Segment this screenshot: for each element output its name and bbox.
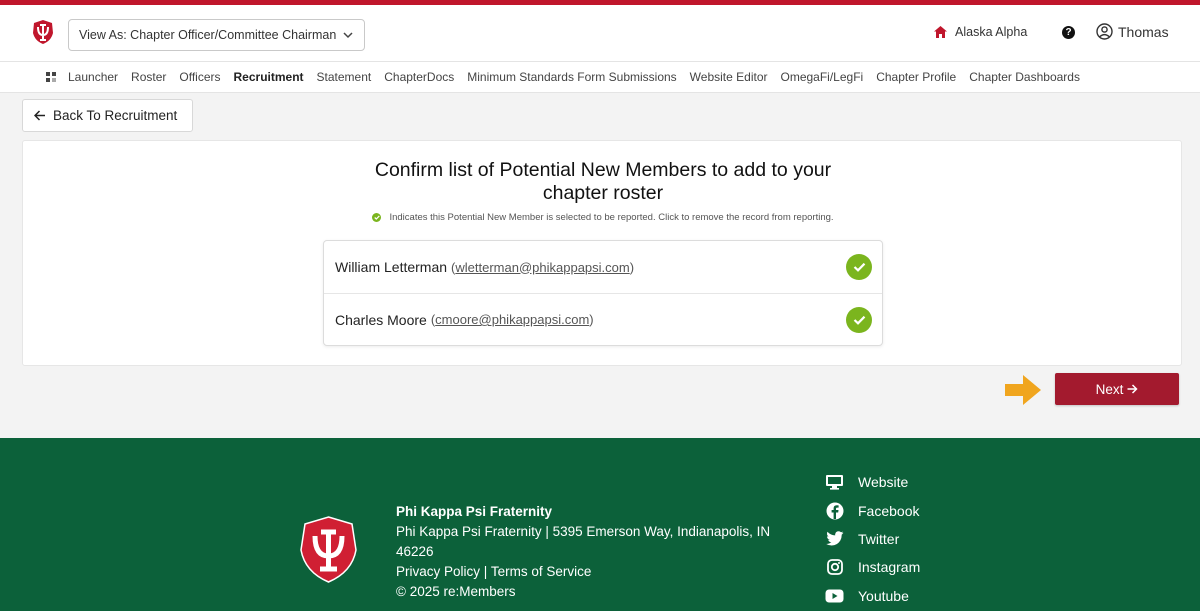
next-button-label: Next	[1095, 381, 1124, 397]
nav-omegafi[interactable]: OmegaFi/LegFi	[780, 70, 863, 84]
social-twitter-label: Twitter	[858, 530, 900, 547]
footer: Phi Kappa Psi Fraternity Phi Kappa Psi F…	[0, 438, 1200, 611]
selected-check-icon[interactable]	[846, 307, 872, 333]
launcher-grid-icon[interactable]	[46, 72, 56, 82]
privacy-policy-link[interactable]: Privacy Policy	[396, 564, 480, 579]
youtube-icon	[825, 586, 844, 605]
twitter-icon	[825, 529, 844, 548]
member-email-link[interactable]: wletterman@phikappapsi.com	[455, 260, 629, 275]
nav-statement[interactable]: Statement	[317, 70, 372, 84]
view-as-select[interactable]: View As: Chapter Officer/Committee Chair…	[68, 19, 365, 51]
page-title: Confirm list of Potential New Members to…	[23, 159, 1183, 205]
member-email-link[interactable]: cmoore@phikappapsi.com	[435, 312, 589, 327]
arrow-right-icon	[1127, 384, 1138, 394]
nav-chapter-profile[interactable]: Chapter Profile	[876, 70, 956, 84]
home-icon	[934, 26, 947, 38]
selection-hint: Indicates this Potential New Member is s…	[23, 212, 1183, 223]
social-youtube-link[interactable]: Youtube	[825, 582, 920, 610]
member-name: Charles Moore	[335, 311, 427, 328]
member-name: William Letterman	[335, 259, 448, 275]
footer-link-separator: |	[483, 564, 488, 579]
title-line-1: Confirm list of Potential New Members to…	[374, 159, 832, 181]
arrow-left-icon	[34, 110, 45, 121]
footer-org-name: Phi Kappa Psi Fraternity	[396, 504, 553, 519]
nav-website-editor[interactable]: Website Editor	[690, 70, 768, 84]
nav-chapterdocs[interactable]: ChapterDocs	[384, 70, 454, 84]
chevron-down-icon	[343, 32, 353, 39]
social-instagram-label: Instagram	[858, 559, 921, 576]
main-nav: Launcher Roster Officers Recruitment Sta…	[0, 61, 1200, 93]
monitor-icon	[825, 473, 844, 492]
terms-of-service-link[interactable]: Terms of Service	[491, 564, 592, 579]
nav-chapter-dashboards[interactable]: Chapter Dashboards	[969, 70, 1080, 84]
social-links: Website Facebook Twitter Instagram Youtu…	[825, 468, 920, 610]
hint-text: Indicates this Potential New Member is s…	[389, 212, 834, 223]
social-instagram-link[interactable]: Instagram	[825, 553, 920, 581]
footer-copyright: © 2025 re:Members	[396, 584, 516, 599]
list-item[interactable]: William Letterman (wletterman@phikappaps…	[324, 241, 882, 293]
user-menu[interactable]: Thomas	[1096, 23, 1169, 40]
header: View As: Chapter Officer/Committee Chair…	[0, 5, 1200, 61]
social-website-label: Website	[858, 474, 909, 491]
social-youtube-label: Youtube	[858, 587, 909, 604]
fraternity-crest-icon	[300, 516, 357, 583]
help-icon[interactable]: ?	[1062, 26, 1075, 39]
social-facebook-label: Facebook	[858, 502, 920, 519]
social-website-link[interactable]: Website	[825, 468, 920, 496]
nav-recruitment[interactable]: Recruitment	[234, 70, 304, 84]
member-email: (cmoore@phikappapsi.com)	[430, 312, 594, 327]
instagram-icon	[825, 558, 844, 577]
arrow-right-pointer-icon	[1005, 375, 1041, 405]
facebook-icon	[825, 501, 844, 520]
title-line-2: chapter roster	[542, 182, 664, 204]
footer-links: Privacy Policy | Terms of Service	[396, 562, 796, 582]
social-facebook-link[interactable]: Facebook	[825, 496, 920, 524]
selected-check-icon[interactable]	[846, 254, 872, 280]
user-name: Thomas	[1118, 23, 1169, 40]
nav-officers[interactable]: Officers	[179, 70, 220, 84]
list-item[interactable]: Charles Moore (cmoore@phikappapsi.com)	[324, 293, 882, 345]
nav-launcher[interactable]: Launcher	[68, 70, 118, 84]
footer-info: Phi Kappa Psi Fraternity Phi Kappa Psi F…	[396, 502, 796, 602]
footer-address: Phi Kappa Psi Fraternity | 5395 Emerson …	[396, 524, 771, 559]
chapter-name: Alaska Alpha	[955, 25, 1028, 39]
confirm-card: Confirm list of Potential New Members to…	[22, 140, 1182, 366]
next-button[interactable]: Next	[1055, 373, 1179, 405]
member-list: William Letterman (wletterman@phikappaps…	[323, 240, 883, 346]
back-to-recruitment-button[interactable]: Back To Recruitment	[22, 99, 193, 132]
back-button-label: Back To Recruitment	[53, 108, 178, 123]
social-twitter-link[interactable]: Twitter	[825, 525, 920, 553]
user-avatar-icon	[1096, 23, 1113, 40]
nav-minimum-standards[interactable]: Minimum Standards Form Submissions	[467, 70, 676, 84]
nav-roster[interactable]: Roster	[131, 70, 166, 84]
check-circle-icon	[372, 213, 382, 222]
member-email: (wletterman@phikappapsi.com)	[451, 259, 635, 275]
view-as-label: View As: Chapter Officer/Committee Chair…	[79, 28, 337, 42]
chapter-link[interactable]: Alaska Alpha	[934, 25, 1027, 39]
fraternity-logo-icon[interactable]	[32, 19, 54, 45]
